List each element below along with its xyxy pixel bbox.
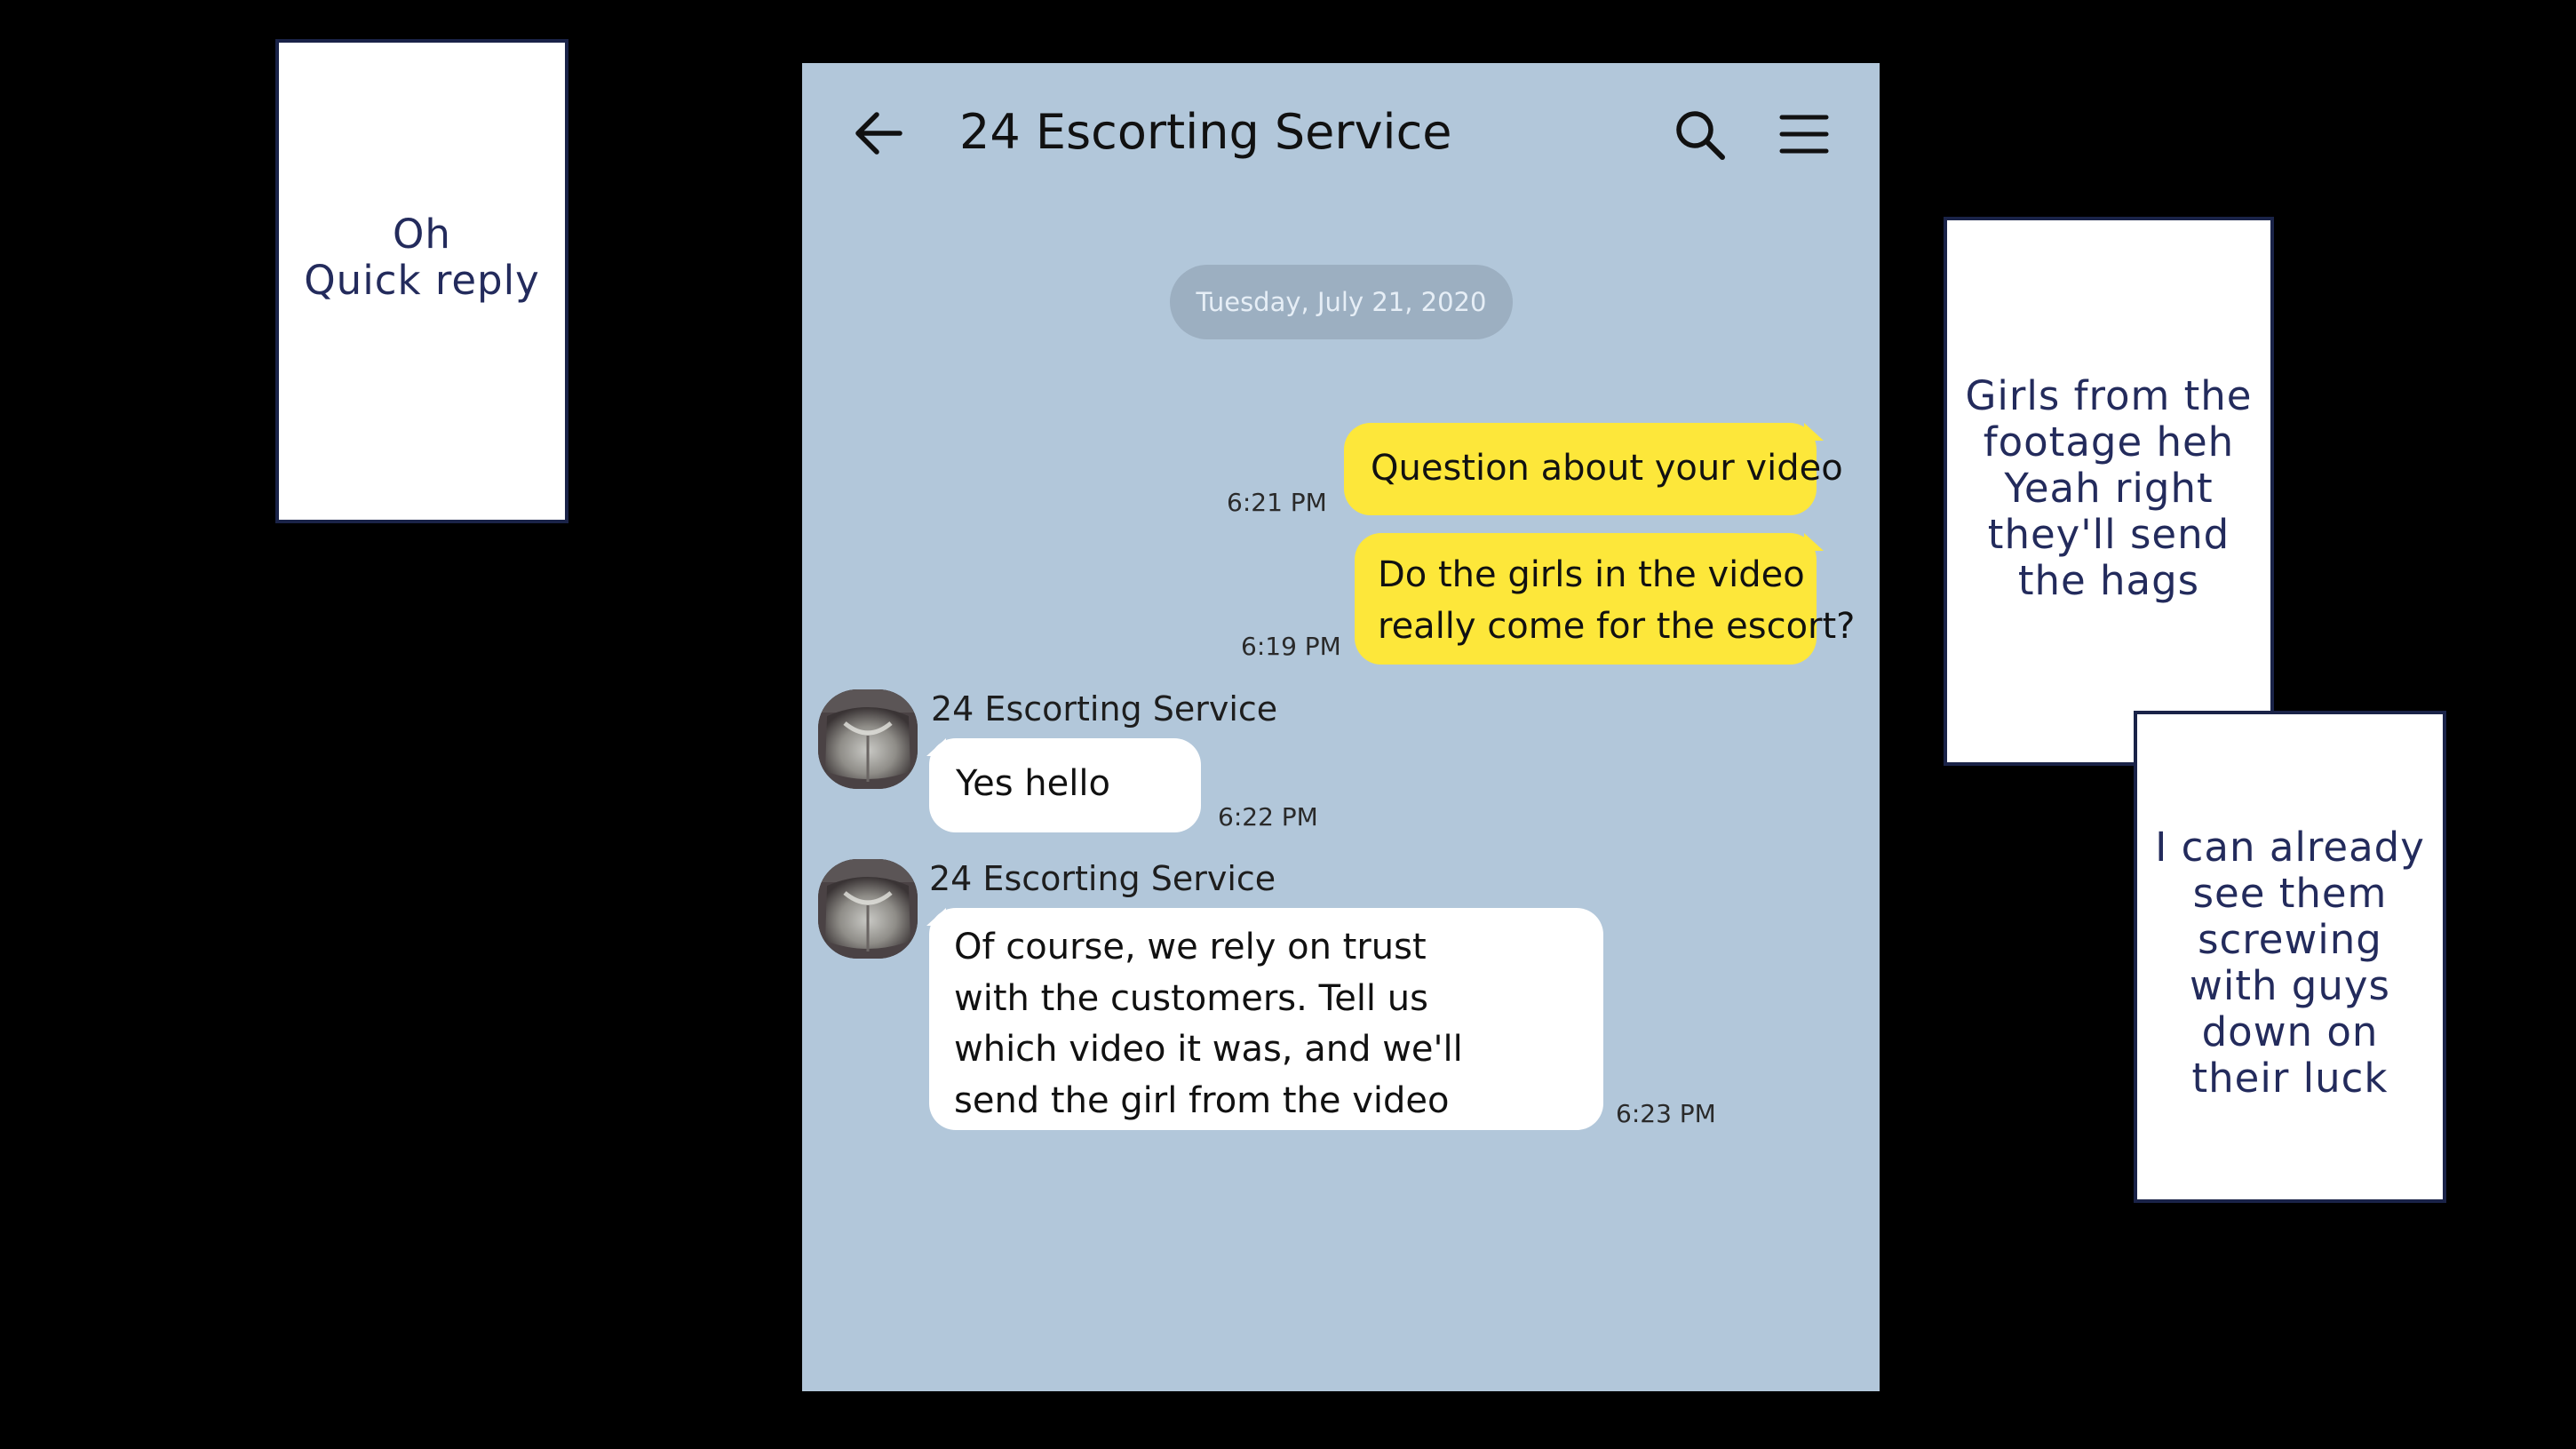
chat-title: 24 Escorting Service [959, 104, 1452, 160]
message-text: which video it was, and we'll [954, 1029, 1463, 1070]
bubble-tail [926, 738, 946, 756]
chat-header: 24 Escorting Service [802, 63, 1880, 205]
narration-box-right-upper: Girls from the footage heh Yeah right th… [1944, 217, 2274, 766]
bubble-tail [1804, 423, 1824, 441]
sender-name: 24 Escorting Service [931, 689, 1278, 728]
avatar-image [818, 859, 918, 959]
menu-button[interactable] [1779, 113, 1829, 155]
search-icon [1676, 111, 1725, 160]
message-timestamp: 6:23 PM [1616, 1099, 1716, 1128]
received-message-bubble[interactable]: Yes hello [929, 738, 1201, 832]
message-text: Yes hello [956, 763, 1110, 804]
narration-text: Girls from the footage heh Yeah right th… [1965, 372, 2253, 604]
message-text: really come for the escort? [1378, 606, 1856, 647]
message-text: Question about your video [1371, 448, 1843, 489]
sender-name: 24 Escorting Service [929, 859, 1276, 898]
chat-window: 24 Escorting Service Tuesday, July 21, 2… [802, 63, 1880, 1391]
back-button[interactable] [852, 109, 905, 157]
hamburger-menu-icon [1779, 115, 1829, 154]
search-button[interactable] [1673, 107, 1728, 163]
received-message-bubble[interactable]: Of course, we rely on trust with the cus… [929, 908, 1603, 1130]
avatar[interactable] [818, 859, 918, 959]
narration-text: I can already see them screwing with guy… [2155, 824, 2425, 1102]
narration-box-right-lower: I can already see them screwing with guy… [2134, 711, 2446, 1203]
message-text: Do the girls in the video [1378, 554, 1805, 595]
narration-text: Oh Quick reply [304, 211, 540, 304]
avatar[interactable] [818, 689, 918, 789]
date-separator: Tuesday, July 21, 2020 [1170, 265, 1513, 339]
arrow-left-icon [855, 112, 902, 155]
sent-message-bubble[interactable]: Do the girls in the video really come fo… [1355, 533, 1856, 665]
message-timestamp: 6:21 PM [1227, 488, 1327, 517]
bubble-tail [926, 908, 946, 926]
message-text: with the customers. Tell us [954, 977, 1428, 1019]
message-text: send the girl from the video [954, 1079, 1450, 1121]
sent-message-bubble[interactable]: Question about your video [1344, 423, 1843, 515]
message-timestamp: 6:19 PM [1241, 632, 1341, 661]
message-text: Of course, we rely on trust [954, 927, 1427, 967]
narration-box-top-left: Oh Quick reply [275, 39, 568, 523]
message-timestamp: 6:22 PM [1218, 802, 1318, 832]
avatar-image [818, 689, 918, 789]
bubble-tail [1804, 533, 1824, 551]
